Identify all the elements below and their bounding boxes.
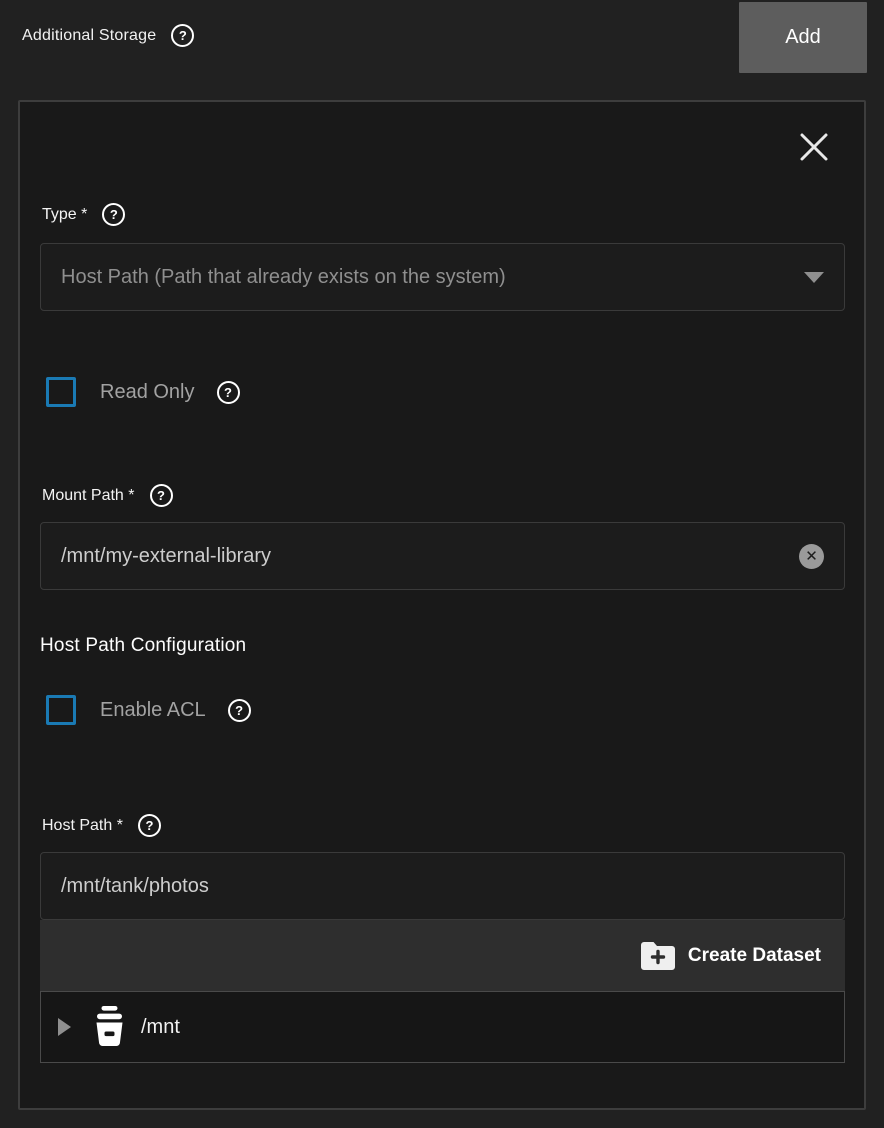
type-label-row: Type * ?: [42, 203, 125, 226]
enable-acl-checkbox[interactable]: [46, 695, 76, 725]
chevron-down-icon: [804, 272, 824, 283]
mount-path-label: Mount Path *: [42, 487, 135, 505]
create-dataset-button[interactable]: Create Dataset: [641, 941, 821, 970]
type-select-value: Host Path (Path that already exists on t…: [61, 266, 506, 289]
host-path-label-row: Host Path * ?: [42, 814, 161, 837]
help-icon[interactable]: ?: [217, 381, 240, 404]
help-icon[interactable]: ?: [150, 484, 173, 507]
enable-acl-row: Enable ACL ?: [46, 695, 251, 725]
page-title: Additional Storage: [22, 27, 156, 45]
clear-icon[interactable]: ✕: [799, 544, 824, 569]
additional-storage-card: Type * ? Host Path (Path that already ex…: [18, 100, 866, 1110]
explorer-tree: /mnt: [40, 991, 845, 1063]
dataset-icon: [91, 1006, 128, 1048]
expand-arrow-icon[interactable]: [58, 1018, 71, 1036]
folder-plus-icon: [641, 941, 675, 970]
enable-acl-label: Enable ACL: [100, 699, 206, 722]
section-header: Additional Storage ?: [22, 24, 194, 47]
host-path-input[interactable]: [61, 875, 824, 898]
close-button[interactable]: [797, 130, 831, 164]
mount-path-label-row: Mount Path * ?: [42, 484, 173, 507]
read-only-label: Read Only: [100, 381, 195, 404]
create-dataset-label: Create Dataset: [688, 945, 821, 967]
host-path-field: [40, 852, 845, 920]
host-path-config-heading: Host Path Configuration: [40, 635, 246, 657]
mount-path-field: ✕: [40, 522, 845, 590]
tree-row-mnt[interactable]: /mnt: [41, 992, 844, 1062]
tree-node-label: /mnt: [141, 1016, 180, 1039]
help-icon[interactable]: ?: [171, 24, 194, 47]
add-button[interactable]: Add: [739, 2, 867, 73]
explorer-toolbar: Create Dataset: [40, 920, 845, 991]
type-label: Type *: [42, 206, 87, 224]
help-icon[interactable]: ?: [102, 203, 125, 226]
read-only-row: Read Only ?: [46, 377, 240, 407]
type-select[interactable]: Host Path (Path that already exists on t…: [40, 243, 845, 311]
help-icon[interactable]: ?: [138, 814, 161, 837]
mount-path-input[interactable]: [61, 545, 799, 568]
close-icon: [798, 131, 830, 163]
host-path-label: Host Path *: [42, 817, 123, 835]
read-only-checkbox[interactable]: [46, 377, 76, 407]
help-icon[interactable]: ?: [228, 699, 251, 722]
